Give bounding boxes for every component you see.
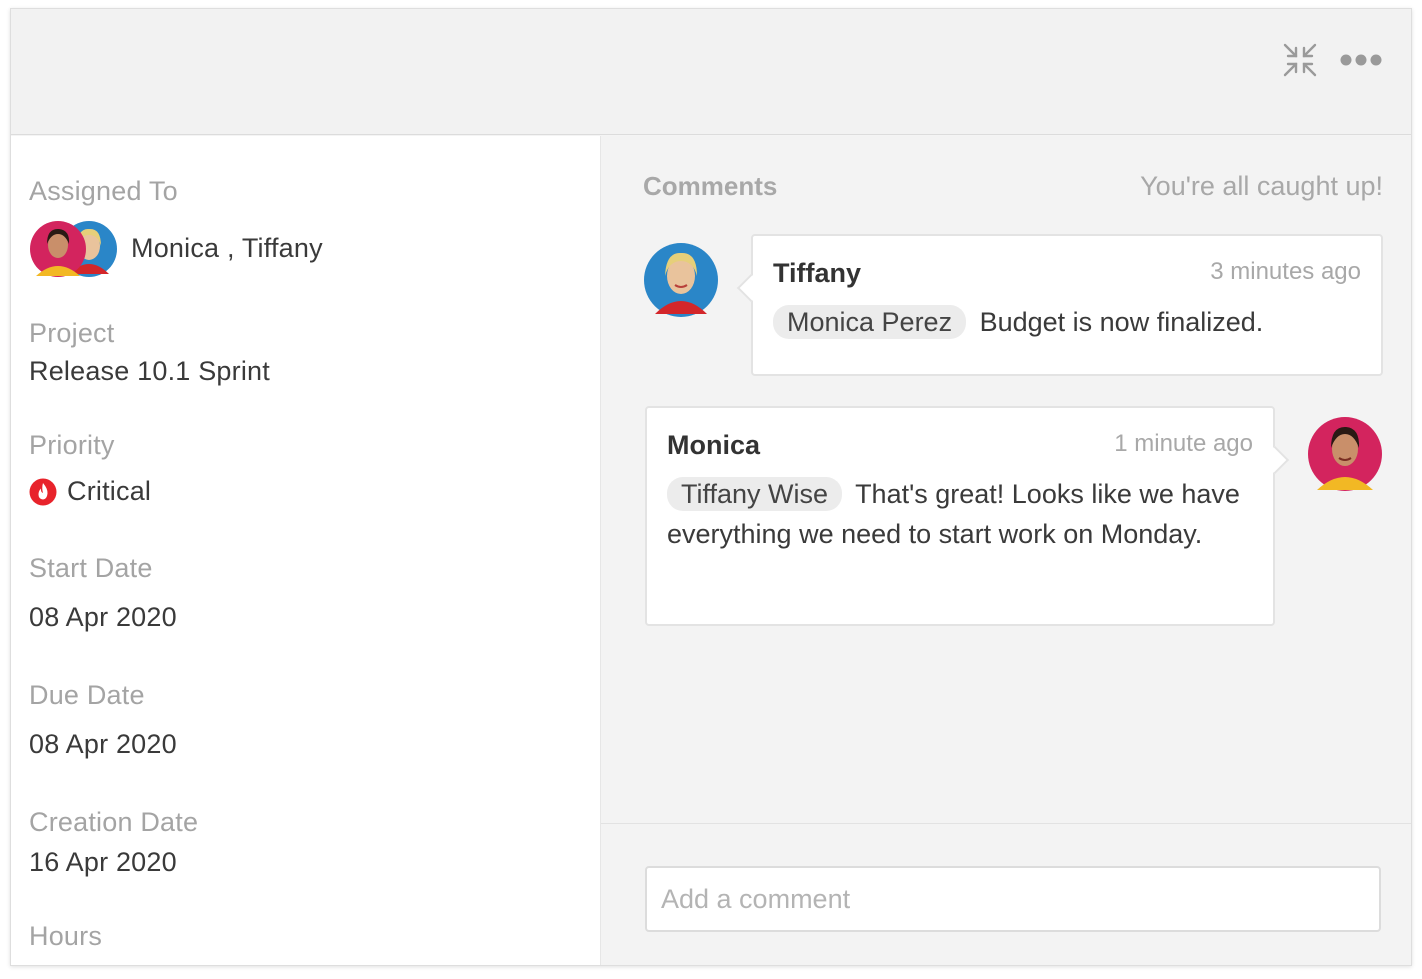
comment-composer [601,823,1411,965]
monica-avatar [30,221,86,277]
creation-date-label: Creation Date [29,807,199,837]
creation-date-value: 16 Apr 2020 [29,847,177,877]
comment-text: Budget is now finalized. [979,307,1264,337]
more-options-icon[interactable] [1339,53,1383,67]
priority-label: Priority [29,430,115,460]
header-actions [1283,43,1383,77]
comment-author: Tiffany [773,258,862,288]
assignee-names: Monica , Tiffany [131,232,323,263]
comment-author: Monica [667,430,761,460]
assignees[interactable]: Monica , Tiffany [29,218,323,278]
comment-input[interactable] [645,866,1381,932]
tiffany-avatar [644,243,718,317]
comment-time: 1 minute ago [1114,430,1253,457]
mention-tag[interactable]: Monica Perez [773,305,967,339]
caught-up-status: You're all caught up! [1140,171,1383,201]
start-date-label: Start Date [29,553,153,583]
comment-card: Monica 1 minute ago Tiffany Wise That's … [645,406,1290,626]
hours-label: Hours [29,921,103,951]
comment-card: Tiffany 3 minutes ago Monica Perez Budge… [736,234,1383,376]
comment-tail [1260,445,1290,475]
comments-title: Comments [643,171,778,201]
collapse-arrows-icon[interactable] [1283,43,1317,77]
comments-panel: Comments You're all caught up! Tiffany 3… [601,136,1411,965]
comment-tail [736,273,766,303]
panel-header [11,9,1411,135]
comment-time: 3 minutes ago [1210,258,1361,285]
avatar-stack [29,218,121,278]
mention-tag[interactable]: Tiffany Wise [667,477,843,511]
task-details: Assigned To Monica , Tiffany Project Rel… [11,136,601,965]
priority-value[interactable]: Critical [29,476,151,507]
start-date-value[interactable]: 08 Apr 2020 [29,602,177,633]
monica-avatar [1308,417,1382,491]
project-label: Project [29,318,115,348]
comment-body: Tiffany Wise That's great! Looks like we… [667,474,1253,554]
fire-icon [29,478,57,505]
task-detail-panel: Assigned To Monica , Tiffany Project Rel… [10,8,1412,966]
due-date-label: Due Date [29,680,145,710]
due-date-value[interactable]: 08 Apr 2020 [29,729,177,760]
assigned-to-label: Assigned To [29,176,178,206]
priority-text: Critical [67,476,152,506]
comment-body: Monica Perez Budget is now finalized. [773,302,1361,342]
project-value[interactable]: Release 10.1 Sprint [29,356,270,387]
